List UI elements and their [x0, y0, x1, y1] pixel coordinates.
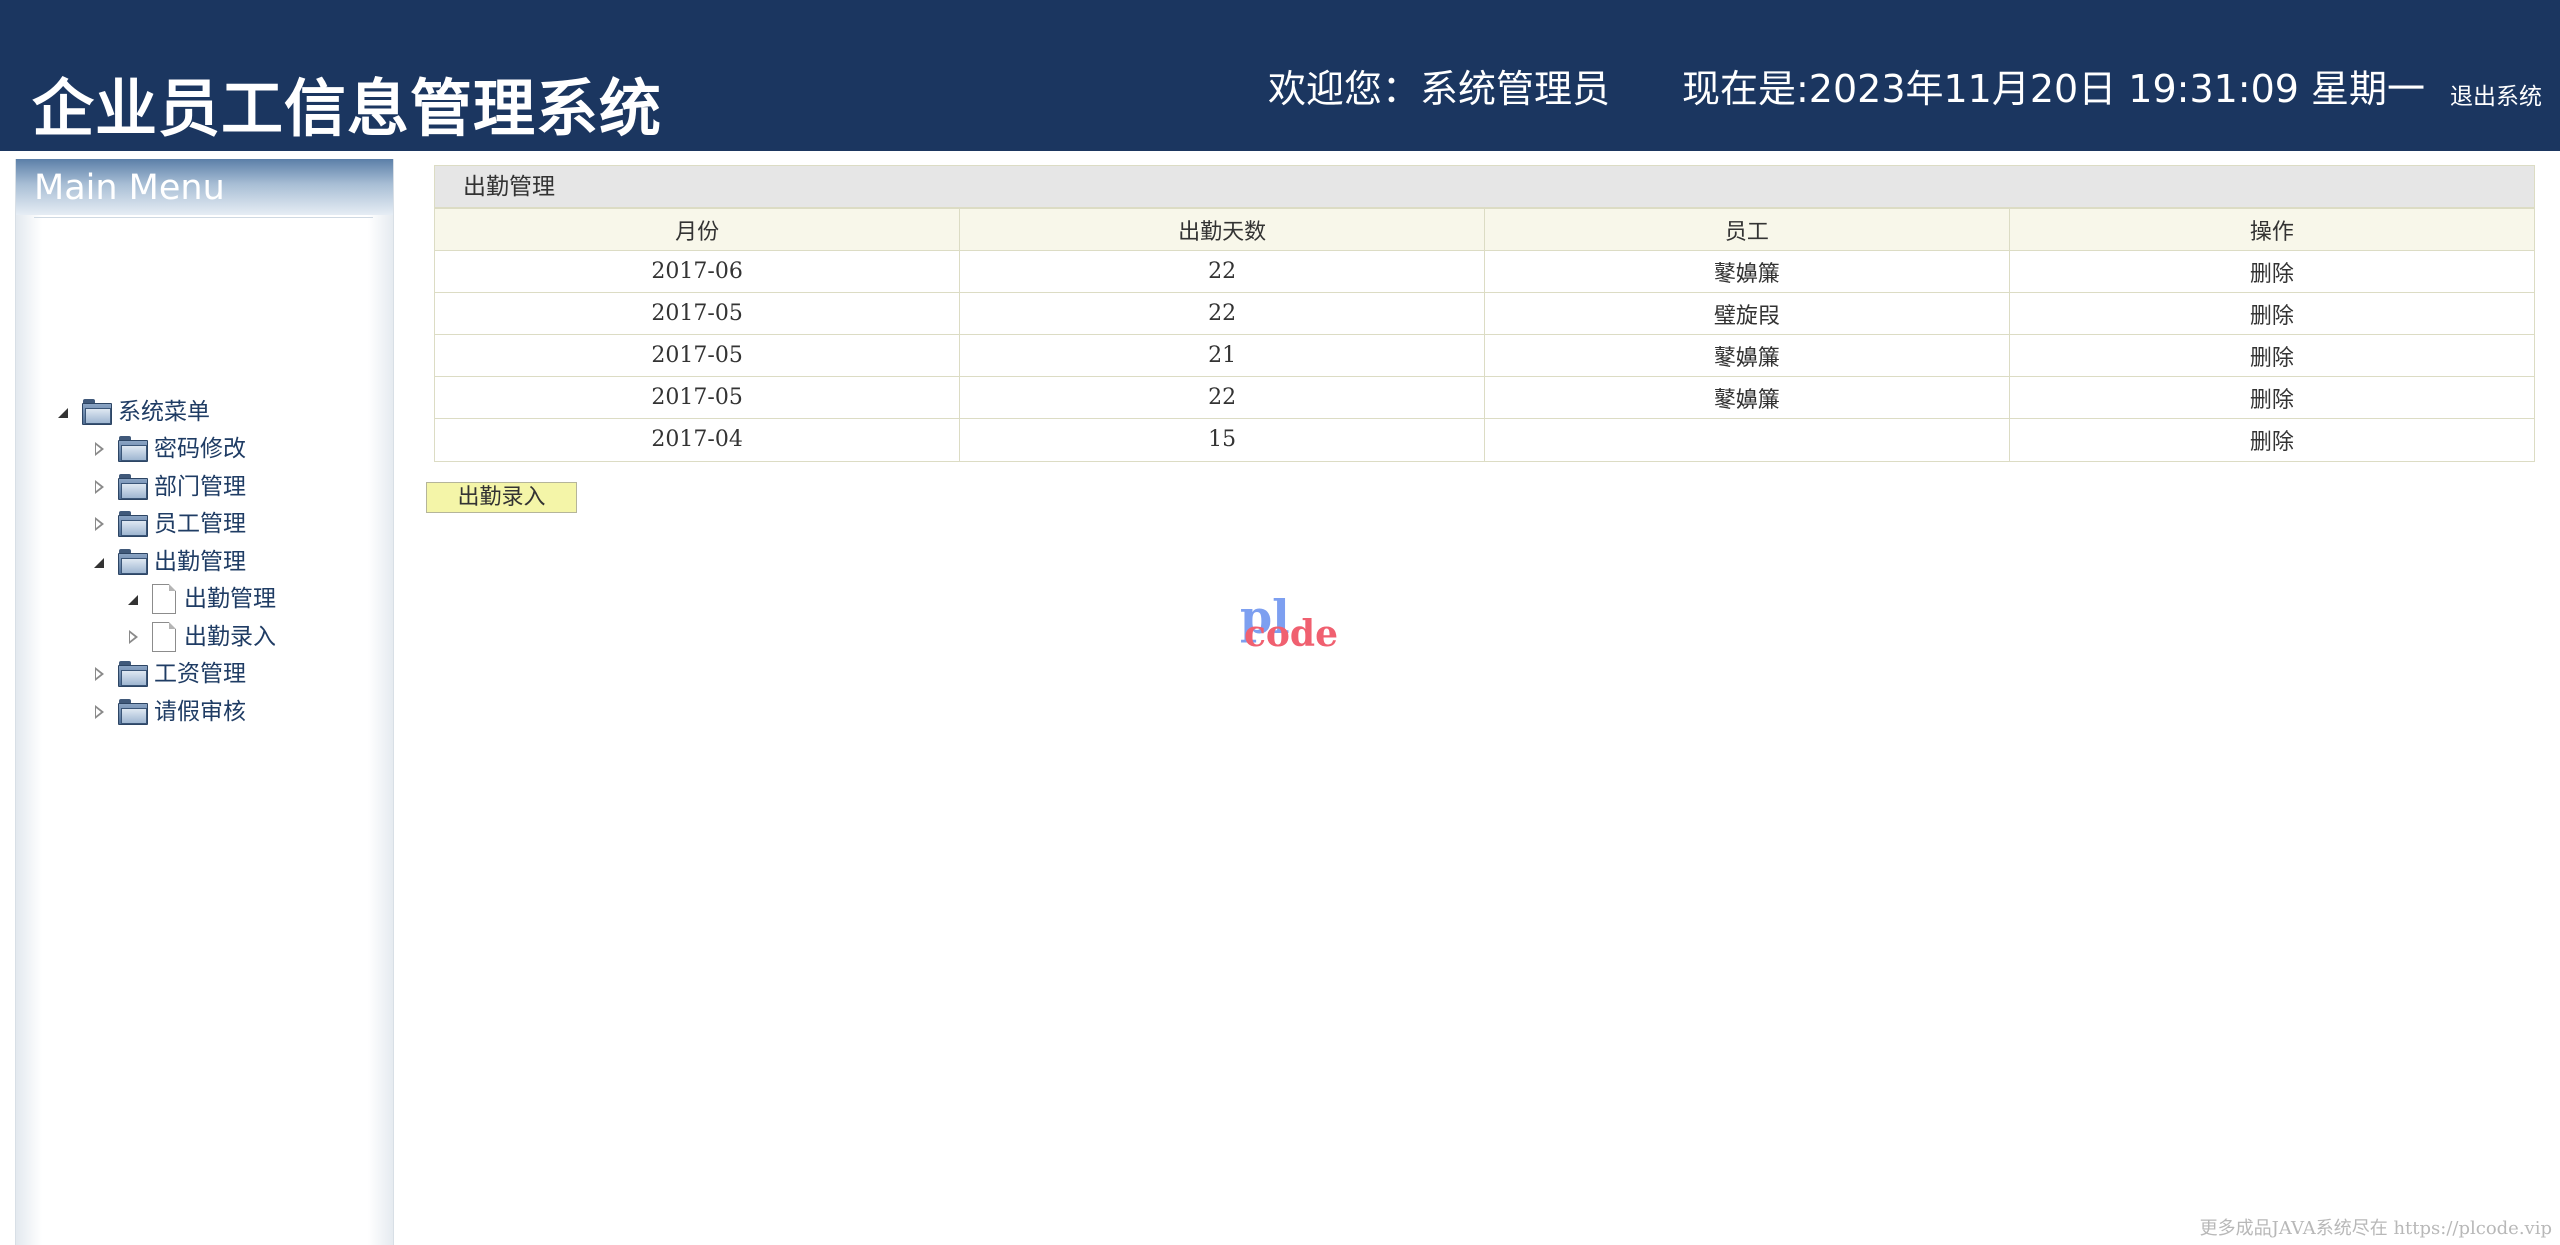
folder-icon — [118, 549, 148, 575]
folder-icon — [118, 699, 148, 725]
welcome-text: 欢迎您：系统管理员 — [1268, 67, 1611, 111]
column-header-employee: 员工 — [1484, 208, 2010, 251]
sidebar-item-password[interactable]: 密码修改 — [92, 432, 246, 466]
delete-link[interactable]: 删除 — [2008, 250, 2534, 293]
table-row: 2017-05 22 璧旋叚 删除 — [435, 292, 2534, 335]
expand-arrow-icon[interactable] — [92, 667, 106, 681]
sidebar-item-salary[interactable]: 工资管理 — [92, 657, 246, 691]
tree-label: 员工管理 — [154, 510, 246, 537]
sidebar-divider — [34, 217, 373, 218]
tree-label: 部门管理 — [154, 473, 246, 500]
folder-icon — [118, 511, 148, 537]
column-header-month: 月份 — [435, 208, 961, 251]
expand-arrow-icon[interactable] — [92, 705, 106, 719]
cell-employee: 鼕嬶簾 — [1484, 250, 2010, 293]
folder-icon — [118, 474, 148, 500]
delete-link[interactable]: 删除 — [2008, 292, 2534, 335]
cell-month: 2017-05 — [435, 334, 961, 377]
panel-title: 出勤管理 — [435, 166, 2534, 208]
top-header: 企业员工信息管理系统 欢迎您：系统管理员 现在是:2023年11月20日 19:… — [0, 0, 2560, 151]
expand-arrow-icon[interactable] — [92, 517, 106, 531]
table-row: 2017-05 22 鼕嬶簾 删除 — [435, 376, 2534, 419]
plcode-logo: pl code — [1240, 594, 1338, 654]
tree-label: 出勤管理 — [184, 585, 276, 612]
folder-icon — [82, 399, 112, 425]
tree-label: 工资管理 — [154, 660, 246, 687]
tree-label: 密码修改 — [154, 435, 246, 462]
folder-icon — [118, 661, 148, 687]
table-row: 2017-06 22 鼕嬶簾 删除 — [435, 250, 2534, 293]
sidebar-header: Main Menu — [16, 159, 393, 215]
delete-link[interactable]: 删除 — [2008, 334, 2534, 377]
folder-icon — [118, 436, 148, 462]
cell-month: 2017-05 — [435, 376, 961, 419]
cell-days: 15 — [959, 418, 1485, 461]
tree-label: 出勤管理 — [154, 548, 246, 575]
collapse-arrow-icon[interactable] — [92, 555, 106, 569]
table-header-row: 月份 出勤天数 员工 操作 — [435, 208, 2534, 251]
table-row: 2017-05 21 鼕嬶簾 删除 — [435, 334, 2534, 377]
collapse-arrow-icon[interactable] — [126, 592, 140, 606]
delete-link[interactable]: 删除 — [2008, 418, 2534, 461]
file-icon — [152, 584, 176, 614]
sidebar-title: Main Menu — [34, 168, 225, 208]
expand-arrow-icon[interactable] — [126, 630, 140, 644]
tree-label: 出勤录入 — [184, 623, 276, 650]
expand-arrow-icon[interactable] — [92, 480, 106, 494]
delete-link[interactable]: 删除 — [2008, 376, 2534, 419]
tree-label: 请假审核 — [154, 698, 246, 725]
cell-employee: 璧旋叚 — [1484, 292, 2010, 335]
cell-month: 2017-05 — [435, 292, 961, 335]
tree-label: 系统菜单 — [118, 398, 210, 425]
cell-days: 21 — [959, 334, 1485, 377]
cell-days: 22 — [959, 292, 1485, 335]
column-header-days: 出勤天数 — [959, 208, 1485, 251]
sidebar: Main Menu 系统菜单 密码修改 部门管理 员工管理 出勤管理 出勤管理 … — [15, 159, 394, 1245]
cell-days: 22 — [959, 376, 1485, 419]
logo-text-bottom: code — [1244, 613, 1339, 655]
current-time: 现在是:2023年11月20日 19:31:09 星期一 — [1682, 67, 2426, 111]
sidebar-item-employee[interactable]: 员工管理 — [92, 507, 246, 541]
tree-root-system-menu[interactable]: 系统菜单 — [56, 395, 210, 429]
cell-month: 2017-04 — [435, 418, 961, 461]
table-row: 2017-04 15 删除 — [435, 418, 2534, 461]
sidebar-item-leave-review[interactable]: 请假审核 — [92, 695, 246, 729]
cell-employee — [1484, 418, 2010, 461]
cell-employee: 鼕嬶簾 — [1484, 376, 2010, 419]
expand-arrow-icon[interactable] — [92, 442, 106, 456]
cell-month: 2017-06 — [435, 250, 961, 293]
footer-watermark: 更多成品JAVA系统尽在 https://plcode.vip — [2199, 1218, 2552, 1239]
attendance-panel: 出勤管理 月份 出勤天数 员工 操作 2017-06 22 鼕嬶簾 删除 201… — [434, 165, 2535, 462]
cell-days: 22 — [959, 250, 1485, 293]
logout-link[interactable]: 退出系统 — [2450, 86, 2542, 109]
sidebar-item-attendance-entry[interactable]: 出勤录入 — [126, 620, 276, 654]
attendance-table: 月份 出勤天数 员工 操作 2017-06 22 鼕嬶簾 删除 2017-05 … — [435, 208, 2534, 461]
column-header-action: 操作 — [2008, 208, 2534, 251]
app-title: 企业员工信息管理系统 — [32, 72, 663, 145]
cell-employee: 鼕嬶簾 — [1484, 334, 2010, 377]
attendance-entry-button[interactable]: 出勤录入 — [426, 482, 577, 513]
sidebar-item-department[interactable]: 部门管理 — [92, 470, 246, 504]
collapse-arrow-icon[interactable] — [56, 405, 70, 419]
sidebar-item-attendance-manage[interactable]: 出勤管理 — [126, 582, 276, 616]
file-icon — [152, 622, 176, 652]
sidebar-item-attendance[interactable]: 出勤管理 — [92, 545, 246, 579]
